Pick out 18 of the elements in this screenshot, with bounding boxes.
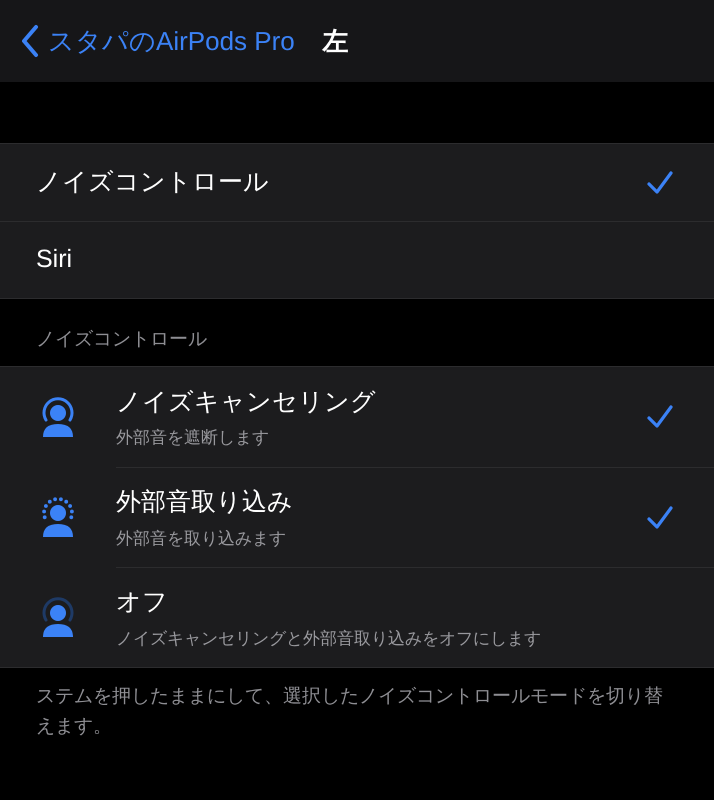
- section-header: ノイズコントロール: [36, 328, 207, 352]
- back-button[interactable]: スタパのAirPods Pro: [20, 22, 295, 60]
- mode-row[interactable]: ノイズキャンセリング 外部音を遮断します: [0, 367, 714, 467]
- mode-label: 外部音取り込み: [116, 487, 294, 518]
- option-row[interactable]: Siri: [0, 221, 714, 298]
- footer-note: ステムを押したままにして、選択したノイズコントロールモードを切り替えます。: [36, 685, 664, 739]
- mode-row[interactable]: オフ ノイズキャンセリングと外部音取り込みをオフにします: [0, 567, 714, 667]
- mode-description: 外部音を取り込みます: [116, 528, 287, 550]
- mode-description: ノイズキャンセリングと外部音取り込みをオフにします: [116, 628, 542, 650]
- option-label: Siri: [36, 244, 74, 276]
- back-chevron-icon: [20, 24, 40, 58]
- page-title: 左: [322, 24, 349, 58]
- option-row[interactable]: ノイズコントロール: [0, 144, 714, 221]
- mode-label: オフ: [116, 587, 169, 618]
- mode-label: ノイズキャンセリング: [116, 386, 377, 418]
- mode-row[interactable]: 外部音取り込み 外部音を取り込みます: [0, 467, 714, 567]
- mode-description: 外部音を遮断します: [116, 427, 270, 449]
- option-label: ノイズコントロール: [36, 166, 270, 198]
